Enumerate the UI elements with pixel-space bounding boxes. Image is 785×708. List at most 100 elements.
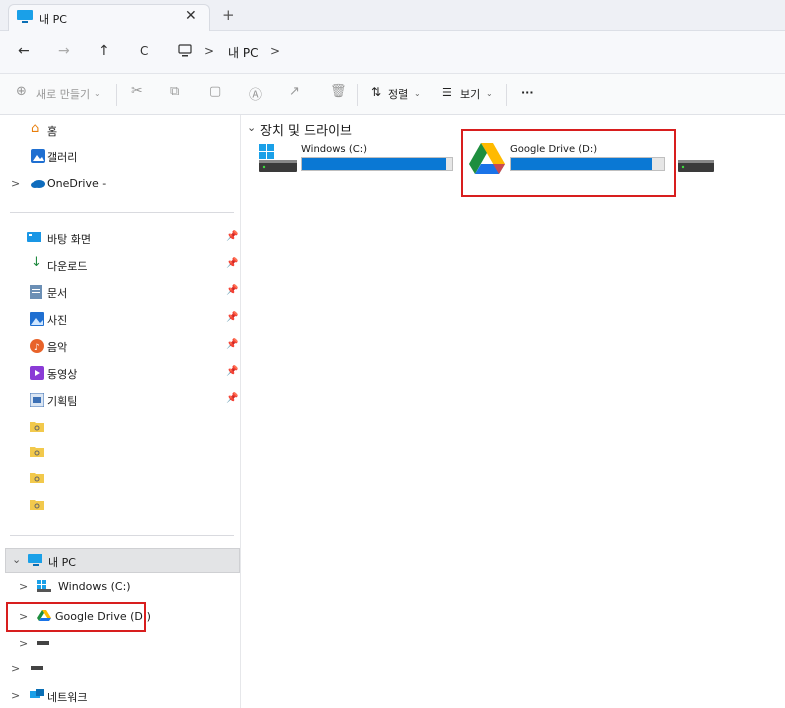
network-icon — [30, 689, 44, 698]
sidebar-item-videos[interactable]: 동영상 📌 — [0, 363, 240, 385]
drive-usage-fill — [302, 158, 446, 170]
sidebar-item-gallery[interactable]: 갤러리 — [0, 146, 240, 168]
sidebar-item-network[interactable]: > 네트워크 — [0, 686, 240, 708]
view-button[interactable]: 보기 — [460, 86, 480, 102]
drive-usage-bar — [510, 157, 665, 171]
pin-icon[interactable]: 📌 — [226, 312, 238, 323]
drive-tile-c[interactable]: Windows (C:) — [254, 139, 454, 179]
desktop-icon — [27, 232, 41, 242]
sidebar-item-label: 동영상 — [47, 368, 78, 381]
chevron-down-icon: ⌄ — [94, 89, 101, 98]
sort-button[interactable]: 정렬 — [388, 86, 408, 102]
sidebar-item-drive[interactable]: > — [0, 634, 240, 656]
monitor-icon — [17, 10, 33, 23]
breadcrumb-separator[interactable]: > — [270, 44, 280, 58]
tab-title: 내 PC — [39, 13, 67, 26]
windows-drive-icon — [37, 580, 51, 592]
sidebar-item-folder[interactable] — [0, 468, 240, 490]
sidebar-item-folder[interactable] — [0, 417, 240, 439]
sidebar-item-label: 갤러리 — [47, 151, 78, 164]
tab-close-button[interactable]: ✕ — [185, 8, 197, 24]
sidebar-item-label: 기획팀 — [47, 395, 78, 408]
new-tab-button[interactable]: + — [222, 6, 235, 24]
chevron-right-icon[interactable]: > — [11, 177, 20, 190]
breadcrumb-this-pc[interactable]: 내 PC — [228, 44, 258, 61]
sidebar-item-folder[interactable] — [0, 442, 240, 464]
delete-icon[interactable]: 🗑 — [330, 84, 347, 99]
folder-icon — [30, 422, 44, 432]
svg-text:♪: ♪ — [34, 343, 40, 353]
drive-name: Google Drive (D:) — [510, 144, 598, 155]
tab-bar: 내 PC ✕ + — [0, 0, 785, 31]
hard-drive-icon — [259, 160, 297, 172]
sidebar-item-label: 음악 — [47, 341, 68, 354]
sidebar-item-pictures[interactable]: 사진 📌 — [0, 309, 240, 331]
pictures-icon — [30, 312, 44, 326]
windows-logo-icon — [259, 144, 274, 159]
more-options-button[interactable]: ··· — [521, 86, 534, 99]
sidebar-item-home[interactable]: ⌂ 홈 — [0, 120, 240, 142]
sort-icon: ⇅ — [371, 85, 382, 99]
document-icon — [30, 285, 42, 299]
chevron-right-icon[interactable]: > — [11, 689, 20, 702]
highlight-box — [6, 602, 146, 632]
sidebar-item-label: 홈 — [47, 125, 58, 138]
pin-icon[interactable]: 📌 — [226, 366, 238, 377]
chevron-right-icon[interactable]: > — [11, 662, 20, 675]
cloud-icon — [31, 180, 45, 188]
toolbar-divider — [506, 84, 507, 106]
pin-icon[interactable]: 📌 — [226, 231, 238, 242]
back-button[interactable]: ← — [18, 43, 30, 59]
new-button[interactable]: 새로 만들기 — [36, 86, 90, 102]
copy-icon[interactable]: ⧉ — [170, 84, 179, 99]
folder-icon — [30, 500, 44, 510]
sidebar-divider — [10, 212, 234, 213]
drive-usage-bar — [301, 157, 453, 171]
pin-icon[interactable]: 📌 — [226, 258, 238, 269]
cut-icon[interactable]: ✂ — [131, 83, 143, 99]
up-button[interactable]: ↑ — [98, 43, 110, 59]
chevron-down-icon: ⌄ — [486, 89, 493, 98]
sidebar-item-label: 문서 — [47, 287, 68, 300]
share-icon[interactable]: ↗ — [289, 84, 300, 99]
breadcrumb-separator: > — [204, 44, 215, 58]
rename-icon[interactable]: Ⓐ — [249, 84, 262, 103]
sidebar-item-c-drive[interactable]: > Windows (C:) — [0, 577, 240, 599]
drive-name: Windows (C:) — [301, 144, 367, 155]
navigation-pane: ⌂ 홈 갤러리 > OneDrive - 바탕 화면 📌 ↓ 다운로드 📌 문서… — [0, 115, 241, 708]
sidebar-item-label: 다운로드 — [47, 260, 88, 273]
sidebar-item-downloads[interactable]: ↓ 다운로드 📌 — [0, 255, 240, 277]
pin-icon[interactable]: 📌 — [226, 339, 238, 350]
chevron-down-icon: ⌄ — [414, 89, 421, 98]
pin-icon[interactable]: 📌 — [226, 393, 238, 404]
toolbar-divider — [357, 84, 358, 106]
sidebar-item-drive[interactable]: > — [0, 659, 240, 681]
command-bar: ⊕ 새로 만들기 ⌄ ✂ ⧉ ▢ Ⓐ ↗ 🗑 ⇅ 정렬 ⌄ ☰ 보기 ⌄ ··· — [0, 74, 785, 115]
chevron-right-icon[interactable]: > — [19, 637, 28, 650]
pin-icon[interactable]: 📌 — [226, 285, 238, 296]
folder-icon — [30, 473, 44, 483]
chevron-right-icon[interactable]: > — [19, 580, 28, 593]
sidebar-item-music[interactable]: ♪ 음악 📌 — [0, 336, 240, 358]
sidebar-item-label: 바탕 화면 — [47, 233, 91, 246]
tab-this-pc[interactable]: 내 PC ✕ — [8, 4, 210, 31]
navigation-bar: ← → ↑ C > 내 PC > — [0, 31, 785, 74]
monitor-icon — [28, 554, 42, 566]
paste-icon[interactable]: ▢ — [209, 84, 221, 99]
drive-tile-d[interactable]: Google Drive (D:) — [466, 139, 671, 184]
view-icon: ☰ — [442, 86, 452, 99]
refresh-button[interactable]: C — [140, 44, 148, 58]
chevron-down-icon[interactable]: ⌄ — [247, 121, 256, 134]
drive-tile[interactable] — [675, 152, 715, 176]
chevron-down-icon[interactable]: ⌄ — [12, 553, 21, 566]
sidebar-item-onedrive[interactable]: > OneDrive - — [0, 174, 240, 196]
sidebar-item-team[interactable]: 기획팀 📌 — [0, 390, 240, 412]
music-icon: ♪ — [30, 339, 44, 353]
sidebar-item-label: 사진 — [47, 314, 68, 327]
sidebar-item-desktop[interactable]: 바탕 화면 📌 — [0, 228, 240, 250]
sidebar-item-documents[interactable]: 문서 📌 — [0, 282, 240, 304]
sidebar-item-folder[interactable] — [0, 495, 240, 517]
sidebar-item-this-pc[interactable]: ⌄ 내 PC — [5, 548, 240, 573]
forward-button[interactable]: → — [58, 43, 70, 59]
section-title[interactable]: 장치 및 드라이브 — [260, 120, 352, 139]
